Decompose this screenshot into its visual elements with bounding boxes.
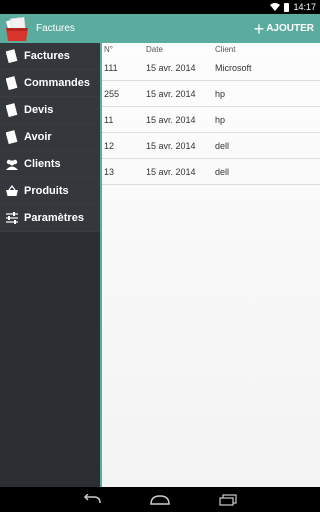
sidebar-item-label: Clients: [24, 158, 61, 170]
sidebar-item-parametres[interactable]: Paramètres: [0, 205, 100, 232]
sidebar-item-label: Produits: [24, 185, 69, 197]
document-icon: [5, 103, 19, 117]
cell-client: dell: [215, 140, 230, 151]
status-clock: 14:17: [293, 2, 316, 12]
cell-date: 15 avr. 2014: [146, 88, 196, 99]
sidebar-item-commandes[interactable]: Commandes: [0, 70, 100, 97]
cell-number: 11: [104, 114, 114, 125]
recents-icon: [219, 493, 237, 506]
cell-number: 13: [104, 166, 115, 177]
cell-date: 15 avr. 2014: [146, 114, 196, 125]
sidebar-item-factures[interactable]: Factures: [0, 43, 100, 70]
sidebar-item-label: Factures: [24, 50, 70, 62]
cell-number: 255: [104, 88, 120, 99]
cell-client: hp: [215, 88, 226, 99]
sidebar-item-label: Commandes: [24, 77, 91, 89]
system-nav-bar: [0, 487, 320, 512]
cell-date: 15 avr. 2014: [146, 166, 196, 177]
sidebar-item-clients[interactable]: Clients: [0, 151, 100, 178]
battery-icon: [284, 2, 290, 12]
add-button[interactable]: + AJOUTER: [254, 20, 314, 38]
sidebar-item-label: Devis: [24, 104, 54, 116]
table-header: N° Date Client: [102, 43, 320, 55]
document-icon: [5, 130, 19, 144]
column-header-client: Client: [215, 44, 236, 54]
table-row[interactable]: 11 15 avr. 2014 hp: [102, 107, 320, 133]
sidebar-item-avoir[interactable]: Avoir: [0, 124, 100, 151]
screen-title: Factures: [36, 23, 75, 34]
home-button[interactable]: [148, 493, 172, 507]
basket-icon: [5, 184, 19, 198]
cell-number: 111: [104, 62, 118, 73]
add-button-label: AJOUTER: [266, 23, 314, 34]
sidebar-item-devis[interactable]: Devis: [0, 97, 100, 124]
people-icon: [5, 157, 19, 171]
invoice-list: N° Date Client 111 15 avr. 2014 Microsof…: [100, 43, 320, 487]
sliders-icon: [5, 211, 19, 225]
document-icon: [5, 49, 19, 63]
cell-client: dell: [215, 166, 230, 177]
column-header-date: Date: [146, 44, 163, 54]
action-bar: Factures + AJOUTER: [0, 14, 320, 43]
status-bar: 14:17: [0, 0, 320, 14]
cell-date: 15 avr. 2014: [146, 62, 196, 73]
document-icon: [5, 76, 19, 90]
cell-client: Microsoft: [215, 62, 252, 73]
table-row[interactable]: 111 15 avr. 2014 Microsoft: [102, 55, 320, 81]
plus-icon: +: [253, 18, 265, 39]
app-logo-icon[interactable]: [2, 14, 34, 43]
sidebar-item-produits[interactable]: Produits: [0, 178, 100, 205]
back-icon: [83, 493, 101, 503]
cell-number: 12: [104, 140, 115, 151]
table-row[interactable]: 13 15 avr. 2014 dell: [102, 159, 320, 185]
home-icon: [150, 494, 170, 505]
wifi-icon: [270, 3, 281, 11]
cell-client: hp: [215, 114, 226, 125]
sidebar-item-label: Avoir: [24, 131, 52, 143]
sidebar-nav: Factures Commandes Devis Avoir Clients P…: [0, 43, 100, 487]
table-row[interactable]: 12 15 avr. 2014 dell: [102, 133, 320, 159]
back-button[interactable]: [80, 493, 104, 507]
sidebar-item-label: Paramètres: [24, 212, 84, 224]
cell-date: 15 avr. 2014: [146, 140, 196, 151]
column-header-number: N°: [104, 44, 113, 54]
table-row[interactable]: 255 15 avr. 2014 hp: [102, 81, 320, 107]
recents-button[interactable]: [216, 493, 240, 507]
